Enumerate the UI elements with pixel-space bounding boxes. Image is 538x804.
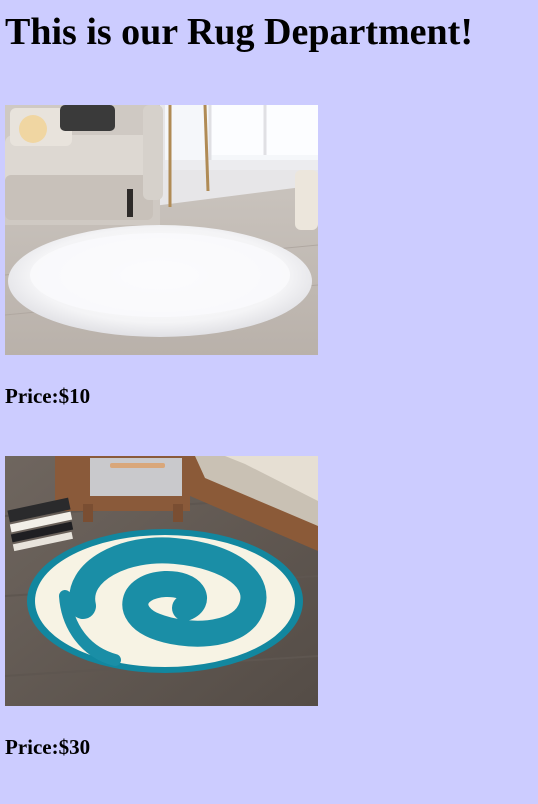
blue-white-swirl-fur-rug-photo <box>5 456 318 706</box>
white-round-fur-rug-photo <box>5 105 318 355</box>
price-label: Price:$30 <box>5 735 91 759</box>
price-label: Price:$10 <box>5 384 91 408</box>
page-title: This is our Rug Department! <box>5 11 473 53</box>
product-card-white-rug: Price:$10 <box>5 105 318 409</box>
product-card-swirl-rug: Price:$30 <box>5 456 318 760</box>
